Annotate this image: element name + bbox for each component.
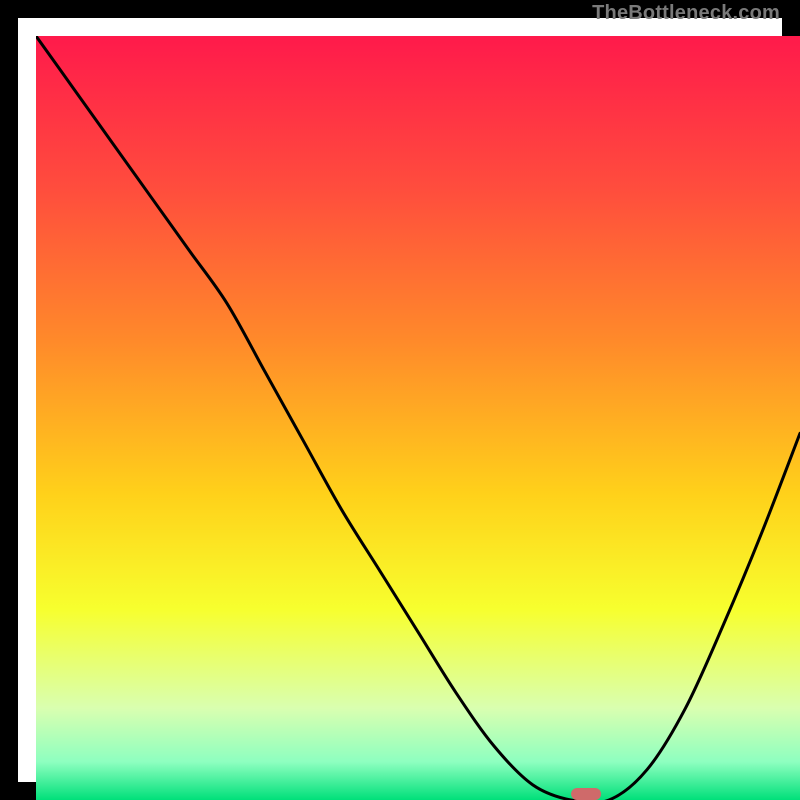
watermark-text: TheBottleneck.com bbox=[592, 2, 780, 25]
min-marker bbox=[571, 788, 601, 800]
chart-svg bbox=[36, 36, 800, 800]
gradient-background bbox=[36, 36, 800, 800]
chart-frame: TheBottleneck.com bbox=[0, 0, 800, 800]
plot-area bbox=[36, 36, 800, 800]
